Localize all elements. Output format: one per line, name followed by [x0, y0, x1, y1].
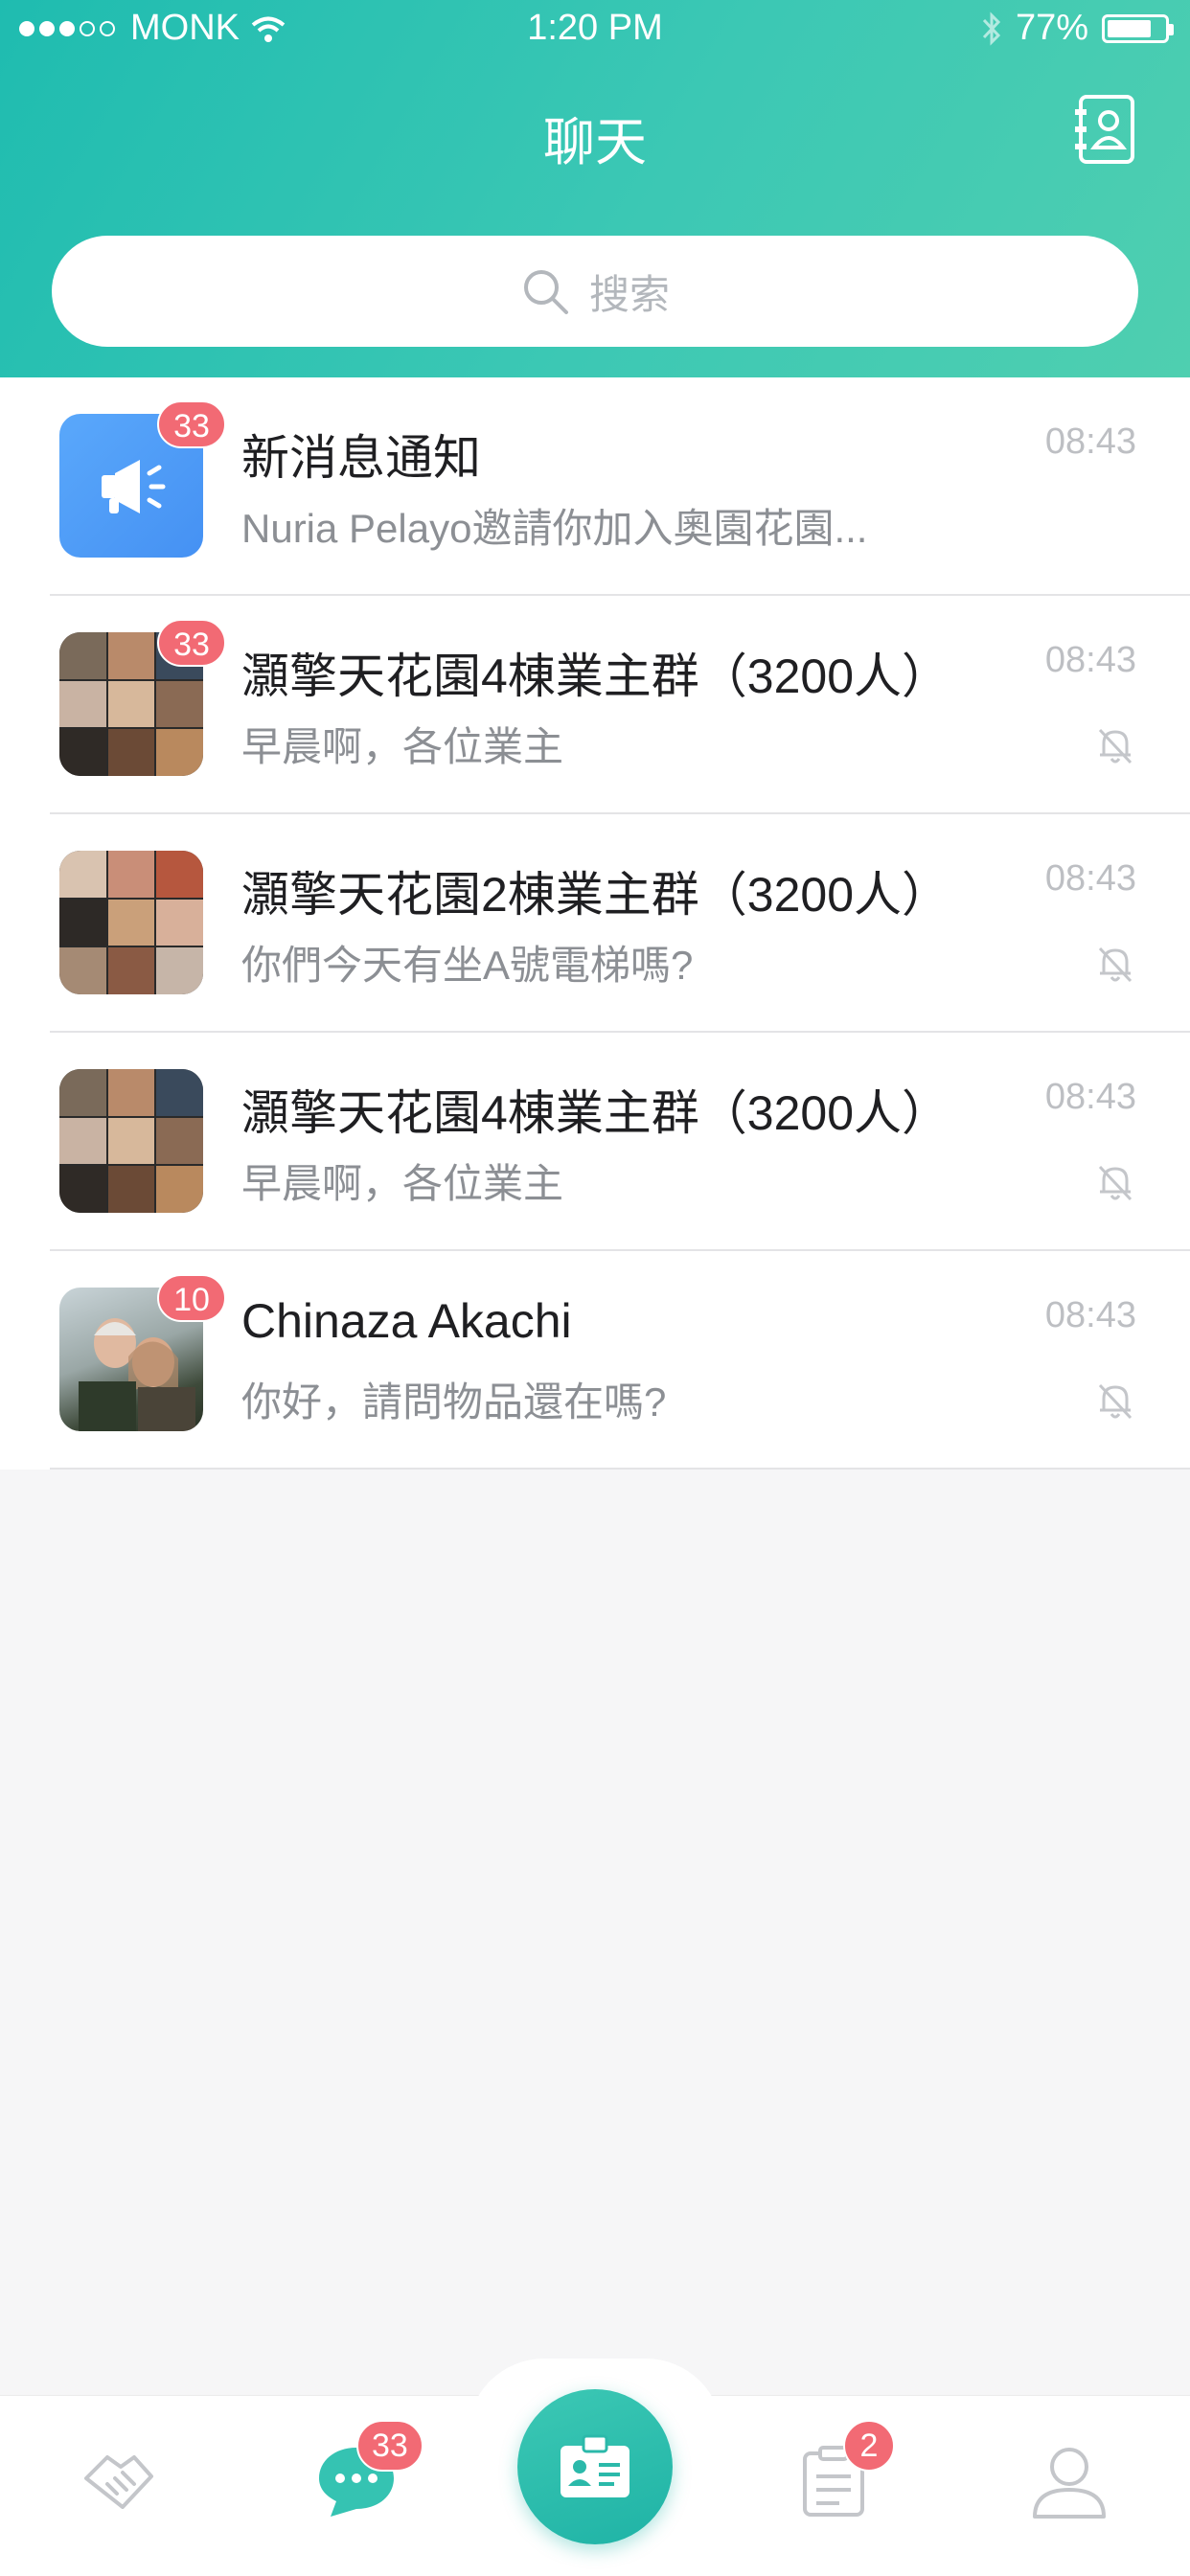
- chat-time: 08:43: [1044, 858, 1136, 899]
- chat-name: 灝擎天花園4棟業主群（3200人）: [241, 1086, 950, 1140]
- chat-time: 08:43: [1044, 640, 1136, 680]
- chat-preview: 早晨啊，各位業主: [241, 724, 564, 769]
- search-placeholder: 搜索: [588, 271, 670, 317]
- chat-preview: 你們今天有坐A號電梯嗎?: [241, 943, 694, 988]
- tab-center-action[interactable]: [517, 2389, 673, 2544]
- unread-badge: 33: [157, 400, 226, 448]
- muted-bell-icon: [1098, 946, 1133, 983]
- tab-handshake[interactable]: [73, 2434, 165, 2526]
- chat-row-group[interactable]: 33 灝擎天花園4棟業主群（3200人） 早晨啊，各位業主 08:43: [50, 596, 1190, 814]
- chat-preview: 你好，請問物品還在嗎?: [241, 1379, 667, 1425]
- chat-row-group[interactable]: 灝擎天花園4棟業主群（3200人） 早晨啊，各位業主 08:43: [50, 1033, 1190, 1251]
- tab-profile[interactable]: [1023, 2434, 1115, 2526]
- group-avatar: [59, 851, 203, 994]
- muted-bell-icon: [1098, 1383, 1133, 1420]
- header: MONK 1:20 PM 77% 聊天 搜索: [0, 0, 1190, 377]
- person-icon: [1033, 2448, 1106, 2519]
- search-icon: [523, 270, 568, 314]
- unread-badge: 10: [157, 1274, 226, 1322]
- chat-name: 灝擎天花園4棟業主群（3200人）: [241, 650, 950, 703]
- bluetooth-icon: [982, 11, 1001, 46]
- chat-row-group[interactable]: 灝擎天花園2棟業主群（3200人） 你們今天有坐A號電梯嗎? 08:43: [50, 814, 1190, 1033]
- muted-bell-icon: [1098, 1165, 1133, 1201]
- chat-preview: 早晨啊，各位業主: [241, 1161, 564, 1206]
- group-avatar: [59, 1069, 203, 1213]
- chat-list: 33 新消息通知 Nuria Pelayo邀請你加入奧園花園... 08:43 …: [0, 377, 1190, 1470]
- chat-name: Chinaza Akachi: [241, 1294, 572, 1348]
- id-card-icon: [561, 2434, 629, 2497]
- notice-tab-badge: 2: [843, 2420, 895, 2472]
- search-input[interactable]: 搜索: [52, 236, 1138, 347]
- page-title: 聊天: [543, 114, 647, 171]
- chat-time: 08:43: [1044, 422, 1136, 462]
- battery-percent: 77%: [1015, 8, 1088, 48]
- chat-time: 08:43: [1044, 1295, 1136, 1335]
- chat-row-notifications[interactable]: 33 新消息通知 Nuria Pelayo邀請你加入奧園花園... 08:43: [50, 377, 1190, 596]
- handshake-icon: [84, 2455, 153, 2509]
- chat-name: 灝擎天花園2棟業主群（3200人）: [241, 868, 950, 922]
- unread-badge: 33: [157, 619, 226, 667]
- status-bar: MONK 1:20 PM 77%: [0, 0, 1190, 57]
- chat-row-user[interactable]: 10 Chinaza Akachi 你好，請問物品還在嗎? 08:43: [50, 1251, 1190, 1470]
- contacts-book-icon[interactable]: [1073, 94, 1136, 165]
- chat-time: 08:43: [1044, 1077, 1136, 1117]
- chat-name: 新消息通知: [241, 431, 481, 485]
- battery-icon: [1102, 13, 1174, 43]
- chat-preview: Nuria Pelayo邀請你加入奧園花園...: [241, 506, 868, 551]
- muted-bell-icon: [1098, 728, 1133, 764]
- chat-tab-badge: 33: [356, 2420, 423, 2472]
